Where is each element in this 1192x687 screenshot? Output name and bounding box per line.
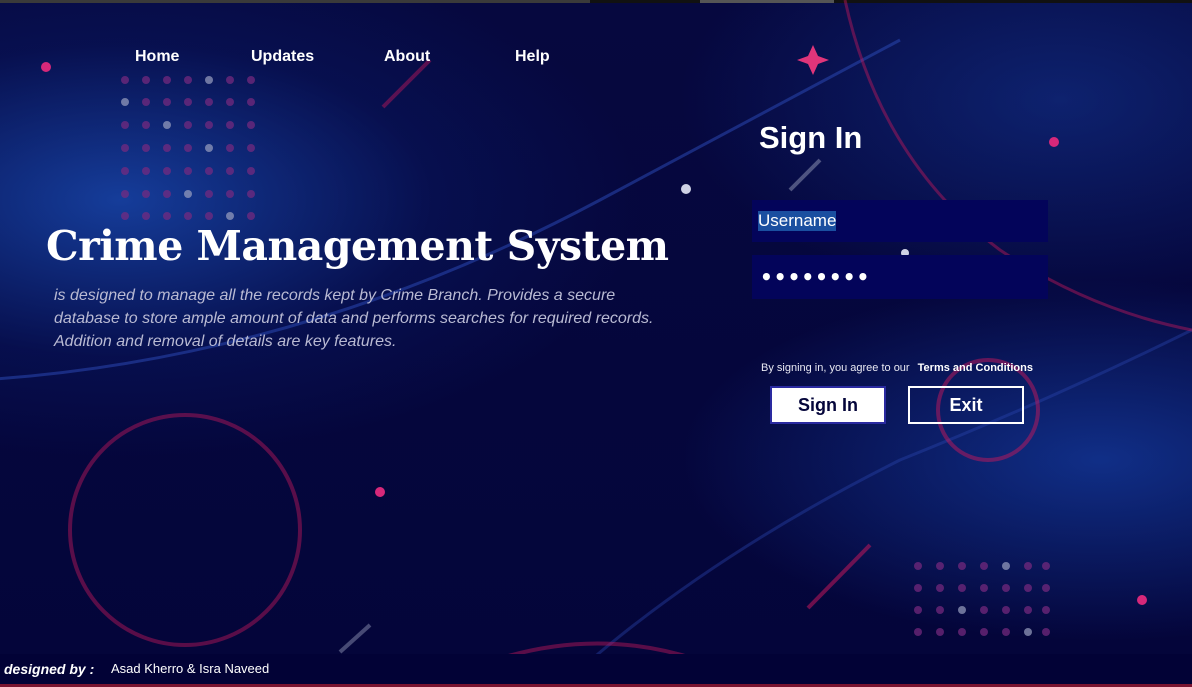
app-title: Crime Management System bbox=[46, 222, 669, 270]
app-description: is designed to manage all the records ke… bbox=[54, 287, 654, 350]
username-value: Username bbox=[758, 211, 837, 231]
signin-heading: Sign In bbox=[759, 120, 863, 155]
terms-notice-text: By signing in, you agree to our bbox=[761, 362, 910, 374]
login-window: Home Updates About Help Crime Management… bbox=[0, 0, 1192, 687]
terms-notice: By signing in, you agree to our Terms an… bbox=[761, 362, 1033, 374]
terms-link[interactable]: Terms and Conditions bbox=[918, 362, 1033, 374]
signin-button[interactable]: Sign In bbox=[770, 386, 886, 424]
footer-bar: designed by : Asad Kherro & Isra Naveed bbox=[0, 654, 1192, 684]
username-field[interactable]: Username bbox=[752, 200, 1048, 242]
password-field[interactable]: •••••••• bbox=[752, 255, 1048, 299]
designed-by-label: designed by : bbox=[4, 661, 95, 677]
nav-home[interactable]: Home bbox=[135, 48, 179, 66]
nav-about[interactable]: About bbox=[384, 48, 430, 66]
exit-button[interactable]: Exit bbox=[908, 386, 1024, 424]
nav-help[interactable]: Help bbox=[515, 48, 550, 66]
password-value: •••••••• bbox=[760, 265, 871, 289]
designer-names: Asad Kherro & Isra Naveed bbox=[111, 661, 270, 676]
nav-updates[interactable]: Updates bbox=[251, 48, 314, 66]
